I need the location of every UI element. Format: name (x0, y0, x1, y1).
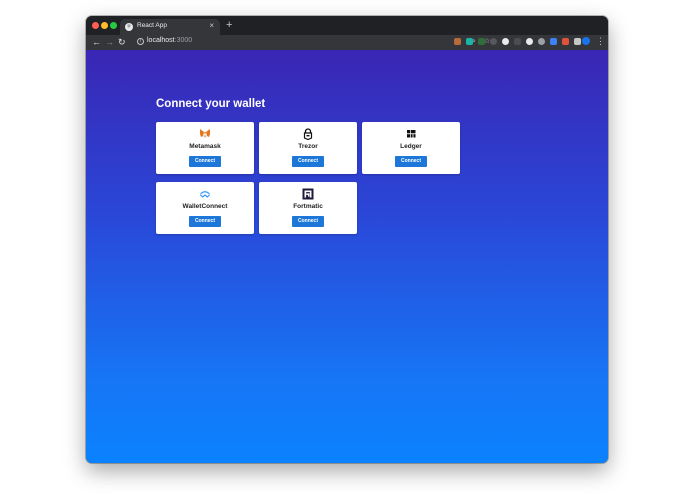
connect-walletconnect-button[interactable]: Connect (189, 216, 221, 227)
extension-icon[interactable] (478, 38, 485, 45)
forward-arrow-icon[interactable]: → (105, 36, 114, 48)
extension-icon[interactable] (526, 38, 533, 45)
extension-icon[interactable] (514, 38, 521, 45)
wallet-card-trezor: Trezor Connect (259, 122, 357, 174)
extension-icon[interactable] (466, 38, 473, 45)
extension-icon[interactable] (454, 38, 461, 45)
url-port: :3000 (174, 37, 193, 44)
close-window-button[interactable] (92, 22, 99, 29)
ledger-icon (407, 130, 416, 138)
maximize-window-button[interactable] (110, 22, 117, 29)
wallet-card-walletconnect: WalletConnect Connect (156, 182, 254, 234)
url-host: localhost (147, 37, 175, 44)
extension-icon[interactable] (538, 38, 545, 45)
wallet-card-ledger: Ledger Connect (362, 122, 460, 174)
site-info-icon[interactable]: i (137, 38, 144, 45)
new-tab-button[interactable]: + (226, 19, 232, 31)
back-arrow-icon[interactable]: ← (92, 36, 101, 48)
wallet-label: WalletConnect (182, 203, 228, 210)
profile-avatar[interactable] (582, 37, 590, 45)
browser-menu-icon[interactable]: ⋮ (596, 36, 605, 46)
wallet-label: Metamask (189, 143, 221, 150)
page-title: Connect your wallet (156, 98, 266, 110)
url-text[interactable]: localhost:3000 (147, 37, 192, 44)
browser-tab[interactable]: ⚛ React App × (120, 19, 220, 35)
connect-fortmatic-button[interactable]: Connect (292, 216, 324, 227)
tab-close-icon[interactable]: × (209, 21, 214, 31)
page-viewport: Connect your wallet Metamask Connect Tre… (86, 50, 608, 463)
extension-icon[interactable] (550, 38, 557, 45)
wallet-label: Ledger (400, 143, 422, 150)
extension-icon[interactable] (502, 38, 509, 45)
metamask-fox-icon (200, 129, 210, 138)
extension-icon[interactable] (562, 38, 569, 45)
wallet-label: Fortmatic (293, 203, 323, 210)
trezor-lock-icon (303, 128, 313, 140)
wallet-card-fortmatic: Fortmatic Connect (259, 182, 357, 234)
react-favicon-icon: ⚛ (125, 23, 133, 31)
fortmatic-icon (302, 188, 314, 200)
extension-icon[interactable] (490, 38, 497, 45)
browser-window: ⚛ React App × + ← → ↻ i localhost:3000 ⌕… (86, 16, 608, 463)
tab-bar: ⚛ React App × + (86, 16, 608, 35)
reload-icon[interactable]: ↻ (118, 36, 126, 48)
extension-icon[interactable] (574, 38, 581, 45)
wallet-label: Trezor (298, 143, 318, 150)
minimize-window-button[interactable] (101, 22, 108, 29)
connect-metamask-button[interactable]: Connect (189, 156, 221, 167)
tab-title: React App (137, 22, 167, 29)
connect-ledger-button[interactable]: Connect (395, 156, 427, 167)
connect-trezor-button[interactable]: Connect (292, 156, 324, 167)
walletconnect-icon (199, 191, 211, 198)
wallet-card-metamask: Metamask Connect (156, 122, 254, 174)
